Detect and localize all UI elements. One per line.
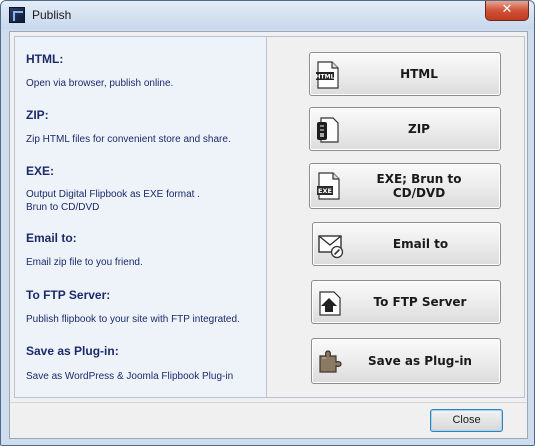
footer-divider [10,402,527,403]
zip-button-label: ZIP [408,122,430,136]
section-desc-zip: Zip HTML files for convenient store and … [26,134,231,145]
exe-button-label: EXE; Brun to CD/DVD [344,164,494,208]
ftp-upload-icon [319,291,341,316]
html-button-label: HTML [400,67,438,81]
section-title-zip: ZIP: [26,108,49,122]
description-panel: HTML: Open via browser, publish online. … [14,36,267,398]
save-plugin-button-label: Save as Plug-in [368,354,472,368]
section-desc-exe-line2: Brun to CD/DVD [26,202,100,213]
ftp-button-label: To FTP Server [373,295,467,309]
publish-dialog: Publish ✕ HTML: Open via browser, publis… [0,0,535,446]
section-title-ftp: To FTP Server: [26,288,111,302]
actions-panel: HTML HTML ZIP EXE EXE; Brun to CD/DVD Em… [267,36,525,398]
section-title-exe: EXE: [26,164,55,178]
ftp-button[interactable]: To FTP Server [311,280,501,324]
email-button[interactable]: Email to [312,222,501,266]
close-button[interactable]: Close [430,409,503,432]
exe-file-icon: EXE [317,172,340,200]
section-title-email: Email to: [26,231,77,245]
section-desc-exe-line1: Output Digital Flipbook as EXE format . [26,189,200,200]
exe-icon-text: EXE [318,187,332,195]
zip-file-icon [317,117,339,143]
email-icon [318,235,344,259]
section-desc-email: Email zip file to you friend. [26,257,143,268]
window-close-button[interactable]: ✕ [485,1,529,21]
window-title: Publish [32,8,72,22]
app-logo-icon [9,7,25,23]
zip-button[interactable]: ZIP [309,107,501,151]
section-desc-plugin: Save as WordPress & Joomla Flipbook Plug… [26,371,234,382]
section-desc-html: Open via browser, publish online. [26,78,174,89]
exe-button[interactable]: EXE EXE; Brun to CD/DVD [309,163,501,209]
html-button[interactable]: HTML HTML [309,52,501,96]
title-bar[interactable]: Publish ✕ [1,1,534,29]
html-icon-text: HTML [316,74,335,81]
section-title-html: HTML: [26,52,64,66]
exe-button-label-line1: EXE; Brun to [376,172,462,186]
puzzle-plugin-icon [319,350,342,373]
exe-button-label-line2: CD/DVD [392,186,446,200]
save-plugin-button[interactable]: Save as Plug-in [311,338,501,384]
dialog-body: HTML: Open via browser, publish online. … [9,31,528,439]
html-file-icon: HTML [316,61,339,89]
email-button-label: Email to [392,237,449,251]
section-desc-ftp: Publish flipbook to your site with FTP i… [26,314,240,325]
section-title-plugin: Save as Plug-in: [26,344,119,358]
